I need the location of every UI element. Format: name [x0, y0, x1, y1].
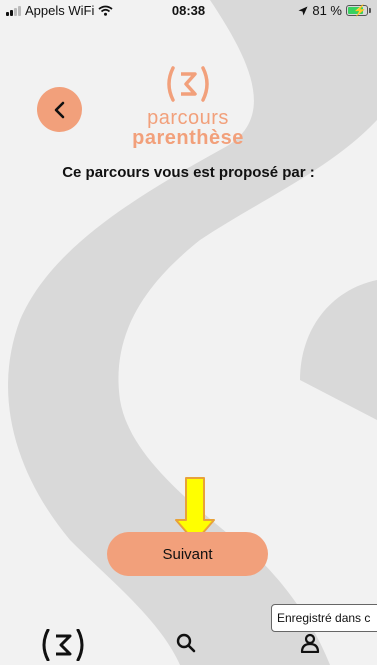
status-right: 81 % ⚡ [298, 3, 371, 18]
tab-home[interactable] [40, 628, 86, 665]
logo-home-icon [42, 628, 84, 662]
battery-percent: 81 % [312, 3, 342, 18]
location-arrow-icon [298, 6, 308, 15]
chevron-left-icon [54, 101, 64, 118]
search-icon [176, 633, 196, 653]
saved-toast: Enregistré dans c [271, 604, 377, 632]
battery-charging-icon: ⚡ [346, 5, 368, 17]
tab-profile[interactable] [300, 633, 320, 658]
logo-text-line1: parcours [147, 107, 229, 129]
page-title: Ce parcours vous est proposé par : [62, 164, 315, 181]
logo-text-line2: parenthèse [132, 127, 244, 149]
status-bar: Appels WiFi 08:38 81 % ⚡ [0, 0, 377, 22]
next-button[interactable]: Suivant [107, 532, 268, 576]
logo-mark-icon [167, 66, 209, 102]
tab-search[interactable] [176, 633, 196, 658]
back-button[interactable] [37, 87, 82, 132]
profile-icon [300, 633, 320, 654]
app-logo: parcours parenthèse [118, 66, 258, 148]
